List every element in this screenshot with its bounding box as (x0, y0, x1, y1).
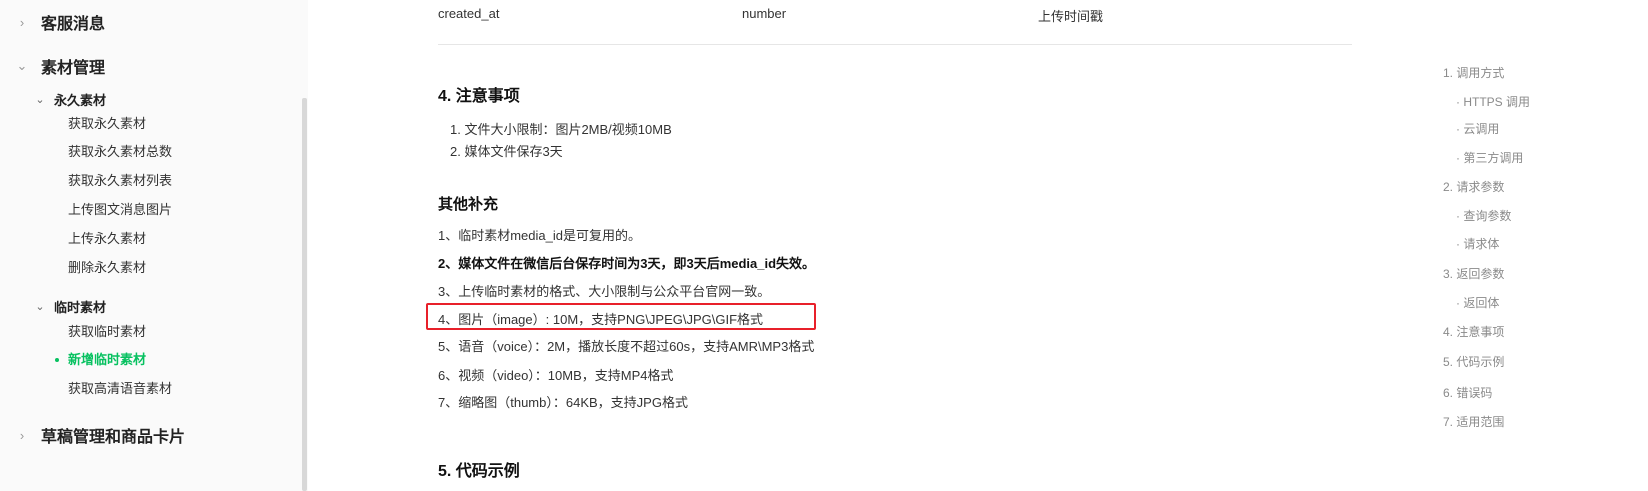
toc-item-query-params[interactable]: · 查询参数 (1456, 207, 1511, 224)
sidebar-category-label: 素材管理 (41, 60, 106, 77)
toc-item-request-body[interactable]: · 请求体 (1456, 235, 1499, 252)
toc-item-error-codes[interactable]: 6. 错误码 (1443, 384, 1492, 401)
sidebar-group-label: 永久素材 (54, 92, 107, 108)
paragraph: 5、语音（voice）：2M，播放长度不超过60s，支持AMR\MP3格式 (438, 339, 815, 354)
sidebar-item-get-hd-voice-material[interactable]: 获取高清语音素材 (68, 379, 172, 399)
sidebar-item-upload-news-image[interactable]: 上传图文消息图片 (68, 200, 172, 220)
sidebar-category-label: 草稿管理和商品卡片 (41, 429, 186, 446)
toc-item-scope[interactable]: 7. 适用范围 (1443, 413, 1504, 430)
paragraph: 1、临时素材media_id是可复用的。 (438, 228, 641, 243)
sidebar-category-label: 客服消息 (41, 16, 106, 33)
active-dot-icon (55, 358, 59, 362)
paragraph-bold: 2、媒体文件在微信后台保存时间为3天，即3天后media_id失效。 (438, 256, 816, 271)
toc-item-code-example[interactable]: 5. 代码示例 (1443, 353, 1504, 370)
sidebar-item-add-temporary-material[interactable]: 新增临时素材 (55, 350, 147, 370)
paragraph: 3、上传临时素材的格式、大小限制与公众平台官网一致。 (438, 284, 771, 299)
chevron-down-icon: ⌄ (35, 300, 45, 313)
list-item: 2. 媒体文件保存3天 (450, 144, 563, 159)
toc-item-response-body[interactable]: · 返回体 (1456, 294, 1499, 311)
paragraph: 7、缩略图（thumb）：64KB，支持JPG格式 (438, 395, 688, 410)
sidebar-item-get-permanent-material[interactable]: 获取永久素材 (68, 114, 146, 134)
toc-item-request-params[interactable]: 2. 请求参数 (1443, 178, 1504, 195)
chevron-down-icon: ⌄ (35, 93, 45, 106)
toc-item-third-party-call[interactable]: · 第三方调用 (1456, 149, 1523, 166)
doc-content: created_at number 上传时间戳 4. 注意事项 1. 文件大小限… (438, 0, 1352, 491)
sidebar-item-get-temporary-material[interactable]: 获取临时素材 (68, 322, 146, 342)
chevron-right-icon: › (19, 14, 25, 30)
section-title-supplement: 其他补充 (438, 196, 499, 213)
chevron-down-icon: ⌄ (16, 58, 28, 73)
section-title-code-example: 5. 代码示例 (438, 463, 520, 480)
sidebar-item-get-permanent-material-list[interactable]: 获取永久素材列表 (68, 171, 172, 191)
sidebar-item-delete-permanent-material[interactable]: 删除永久素材 (68, 258, 146, 278)
param-name-cell: created_at (438, 6, 500, 21)
sidebar-item-get-permanent-material-count[interactable]: 获取永久素材总数 (68, 142, 172, 162)
sidebar-item-upload-permanent-material[interactable]: 上传永久素材 (68, 229, 146, 249)
toc-item-https-call[interactable]: · HTTPS 调用 (1456, 93, 1530, 110)
sidebar-scrollbar-thumb[interactable] (302, 98, 307, 491)
section-title-notes: 4. 注意事项 (438, 88, 520, 105)
sidebar-nav: › 客服消息 ⌄ 素材管理 ⌄ 永久素材 获取永久素材 获取永久素材总数 获取永… (0, 0, 300, 491)
table-of-contents: 1. 调用方式 · HTTPS 调用 · 云调用 · 第三方调用 2. 请求参数… (1443, 0, 1643, 491)
toc-item-call-method[interactable]: 1. 调用方式 (1443, 64, 1504, 81)
list-item: 1. 文件大小限制：图片2MB/视频10MB (450, 122, 672, 137)
toc-item-notes[interactable]: 4. 注意事项 (1443, 323, 1504, 340)
sidebar-group-label: 临时素材 (54, 299, 107, 315)
sidebar-item-label: 新增临时素材 (68, 352, 147, 367)
chevron-right-icon: › (19, 427, 25, 443)
paragraph: 6、视频（video）：10MB，支持MP4格式 (438, 368, 674, 383)
table-row: created_at number 上传时间戳 (438, 0, 1352, 45)
param-type-cell: number (742, 6, 787, 21)
toc-item-cloud-call[interactable]: · 云调用 (1456, 120, 1499, 137)
param-desc-cell: 上传时间戳 (1038, 9, 1104, 24)
toc-item-response-params[interactable]: 3. 返回参数 (1443, 265, 1504, 282)
red-highlight-annotation (426, 303, 816, 330)
